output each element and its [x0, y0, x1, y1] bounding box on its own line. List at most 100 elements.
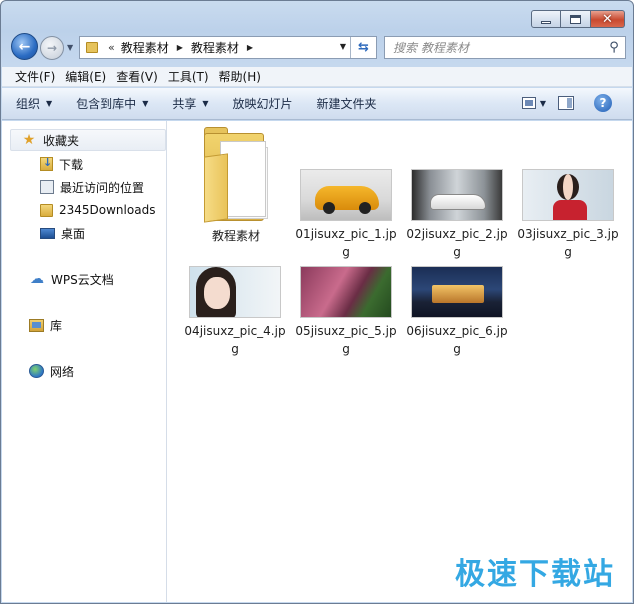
organize-label: 组织 — [16, 97, 41, 111]
desktop-icon — [40, 227, 55, 239]
downloads-folder-icon — [40, 156, 53, 171]
breadcrumb-item[interactable]: 教程素材 — [191, 39, 239, 56]
file-name: 06jisuxz_pic_6.jpg — [406, 324, 508, 356]
address-dropdown-icon[interactable]: ▼ — [340, 42, 346, 51]
menu-edit[interactable]: 编辑(E) — [60, 68, 111, 85]
watermark-text: 极速下载站 — [455, 557, 615, 592]
maximize-button[interactable] — [561, 10, 591, 28]
nav-desktop-label: 桌面 — [61, 226, 86, 241]
nav-network-label: 网络 — [50, 364, 75, 379]
image-thumbnail — [522, 169, 614, 221]
chevron-right-icon[interactable]: ▶ — [177, 43, 183, 52]
back-arrow-icon: ← — [18, 38, 31, 55]
close-icon: ✕ — [602, 11, 613, 27]
include-in-library-button[interactable]: 包含到库中 ▼ — [76, 95, 148, 112]
breadcrumb-overflow[interactable]: « — [108, 41, 115, 54]
file-item-folder[interactable]: 教程素材 — [184, 127, 288, 245]
refresh-icon: ⇆ — [358, 40, 369, 55]
file-name: 01jisuxz_pic_1.jpg — [295, 227, 397, 259]
preview-pane-icon[interactable] — [558, 96, 574, 110]
new-folder-label: 新建文件夹 — [316, 97, 377, 111]
recent-places-icon — [40, 180, 54, 194]
large-folder-icon — [200, 127, 272, 223]
back-button[interactable]: ← — [11, 33, 38, 60]
content-area: ★ 收藏夹 下载 最近访问的位置 2345Downloads 桌面 ☁ WP — [2, 121, 632, 602]
window-caption-buttons: ✕ — [531, 10, 625, 28]
minimize-icon — [541, 20, 551, 24]
network-icon — [29, 364, 44, 378]
image-thumbnail — [300, 169, 392, 221]
address-bar[interactable]: « 教程素材 ▶ 教程素材 ▶ ▼ ⇆ — [79, 36, 377, 59]
view-options-dropdown-icon[interactable]: ▼ — [540, 99, 546, 108]
forward-arrow-icon: → — [46, 41, 58, 55]
nav-downloads-label: 下载 — [59, 157, 84, 172]
navigation-row: ← → ▼ « 教程素材 ▶ 教程素材 ▶ ▼ ⇆ 搜索 教程素材 ⚲ — [9, 33, 626, 61]
nav-desktop[interactable]: 桌面 — [40, 222, 85, 244]
new-folder-button[interactable]: 新建文件夹 — [317, 95, 377, 112]
forward-button[interactable]: → — [40, 36, 64, 60]
refresh-button[interactable]: ⇆ — [350, 37, 376, 58]
image-thumbnail — [411, 266, 503, 318]
nav-favorites-label: 收藏夹 — [43, 133, 80, 148]
file-name: 04jisuxz_pic_4.jpg — [184, 324, 286, 356]
nav-2345downloads-label: 2345Downloads — [59, 203, 156, 217]
recent-pages-dropdown[interactable]: ▼ — [67, 43, 73, 52]
image-thumbnail — [189, 266, 281, 318]
maximize-icon — [570, 14, 581, 24]
menu-bar: 文件(F) 编辑(E) 查看(V) 工具(T) 帮助(H) — [2, 67, 632, 87]
star-icon: ★ — [22, 132, 36, 148]
libraries-icon — [29, 318, 44, 332]
image-thumbnail — [300, 266, 392, 318]
file-item-image[interactable]: 05jisuxz_pic_5.jpg — [294, 266, 398, 358]
search-icon[interactable]: ⚲ — [603, 40, 625, 55]
share-label: 共享 — [172, 97, 197, 111]
minimize-button[interactable] — [531, 10, 561, 28]
organize-button[interactable]: 组织 ▼ — [16, 95, 52, 112]
file-name: 03jisuxz_pic_3.jpg — [517, 227, 619, 259]
nav-favorites[interactable]: ★ 收藏夹 — [10, 129, 166, 151]
share-button[interactable]: 共享 ▼ — [172, 95, 208, 112]
menu-tools[interactable]: 工具(T) — [163, 68, 214, 85]
chevron-down-icon: ▼ — [202, 99, 209, 108]
nav-network[interactable]: 网络 — [29, 360, 74, 382]
file-name: 教程素材 — [211, 229, 260, 243]
close-button[interactable]: ✕ — [591, 10, 625, 28]
file-item-image[interactable]: 04jisuxz_pic_4.jpg — [183, 266, 287, 358]
nav-libraries-label: 库 — [50, 318, 63, 333]
cloud-icon: ☁ — [30, 271, 44, 287]
nav-recent-places[interactable]: 最近访问的位置 — [40, 176, 144, 198]
chevron-down-icon: ▼ — [142, 99, 149, 108]
navigation-pane: ★ 收藏夹 下载 最近访问的位置 2345Downloads 桌面 ☁ WP — [2, 121, 167, 602]
slideshow-button[interactable]: 放映幻灯片 — [233, 95, 293, 112]
breadcrumb-item[interactable]: 教程素材 — [121, 39, 169, 56]
change-view-icon[interactable] — [522, 97, 536, 109]
file-item-image[interactable]: 01jisuxz_pic_1.jpg — [294, 169, 398, 261]
menu-help[interactable]: 帮助(H) — [214, 68, 266, 85]
file-item-image[interactable]: 06jisuxz_pic_6.jpg — [405, 266, 509, 358]
folder-icon — [86, 42, 98, 53]
nav-downloads[interactable]: 下载 — [40, 153, 83, 175]
file-item-image[interactable]: 02jisuxz_pic_2.jpg — [405, 169, 509, 261]
command-bar: 组织 ▼ 包含到库中 ▼ 共享 ▼ 放映幻灯片 新建文件夹 ▼ ? — [2, 88, 632, 120]
file-name: 05jisuxz_pic_5.jpg — [295, 324, 397, 356]
menu-view[interactable]: 查看(V) — [111, 68, 163, 85]
chevron-down-icon: ▼ — [46, 99, 53, 108]
image-thumbnail — [411, 169, 503, 221]
folder-icon — [40, 203, 53, 217]
file-list: 教程素材 01jisuxz_pic_1.jpg 02jisuxz_pic_2.j… — [168, 121, 632, 602]
include-in-library-label: 包含到库中 — [76, 97, 137, 111]
file-name: 02jisuxz_pic_2.jpg — [406, 227, 508, 259]
nav-recent-places-label: 最近访问的位置 — [60, 180, 145, 195]
chevron-right-icon[interactable]: ▶ — [247, 43, 253, 52]
slideshow-label: 放映幻灯片 — [232, 97, 293, 111]
search-box[interactable]: 搜索 教程素材 ⚲ — [384, 36, 626, 59]
menu-file[interactable]: 文件(F) — [10, 68, 60, 85]
nav-libraries[interactable]: 库 — [29, 314, 62, 336]
file-item-image[interactable]: 03jisuxz_pic_3.jpg — [516, 169, 620, 261]
nav-wps-cloud-label: WPS云文档 — [51, 272, 114, 287]
search-input[interactable]: 搜索 教程素材 — [393, 39, 603, 56]
nav-2345downloads[interactable]: 2345Downloads — [40, 199, 155, 221]
nav-wps-cloud[interactable]: ☁ WPS云文档 — [29, 268, 114, 290]
help-icon[interactable]: ? — [594, 94, 612, 112]
explorer-window: ✕ ← → ▼ « 教程素材 ▶ 教程素材 ▶ ▼ ⇆ 搜索 教程素材 ⚲ 文件… — [0, 0, 634, 604]
